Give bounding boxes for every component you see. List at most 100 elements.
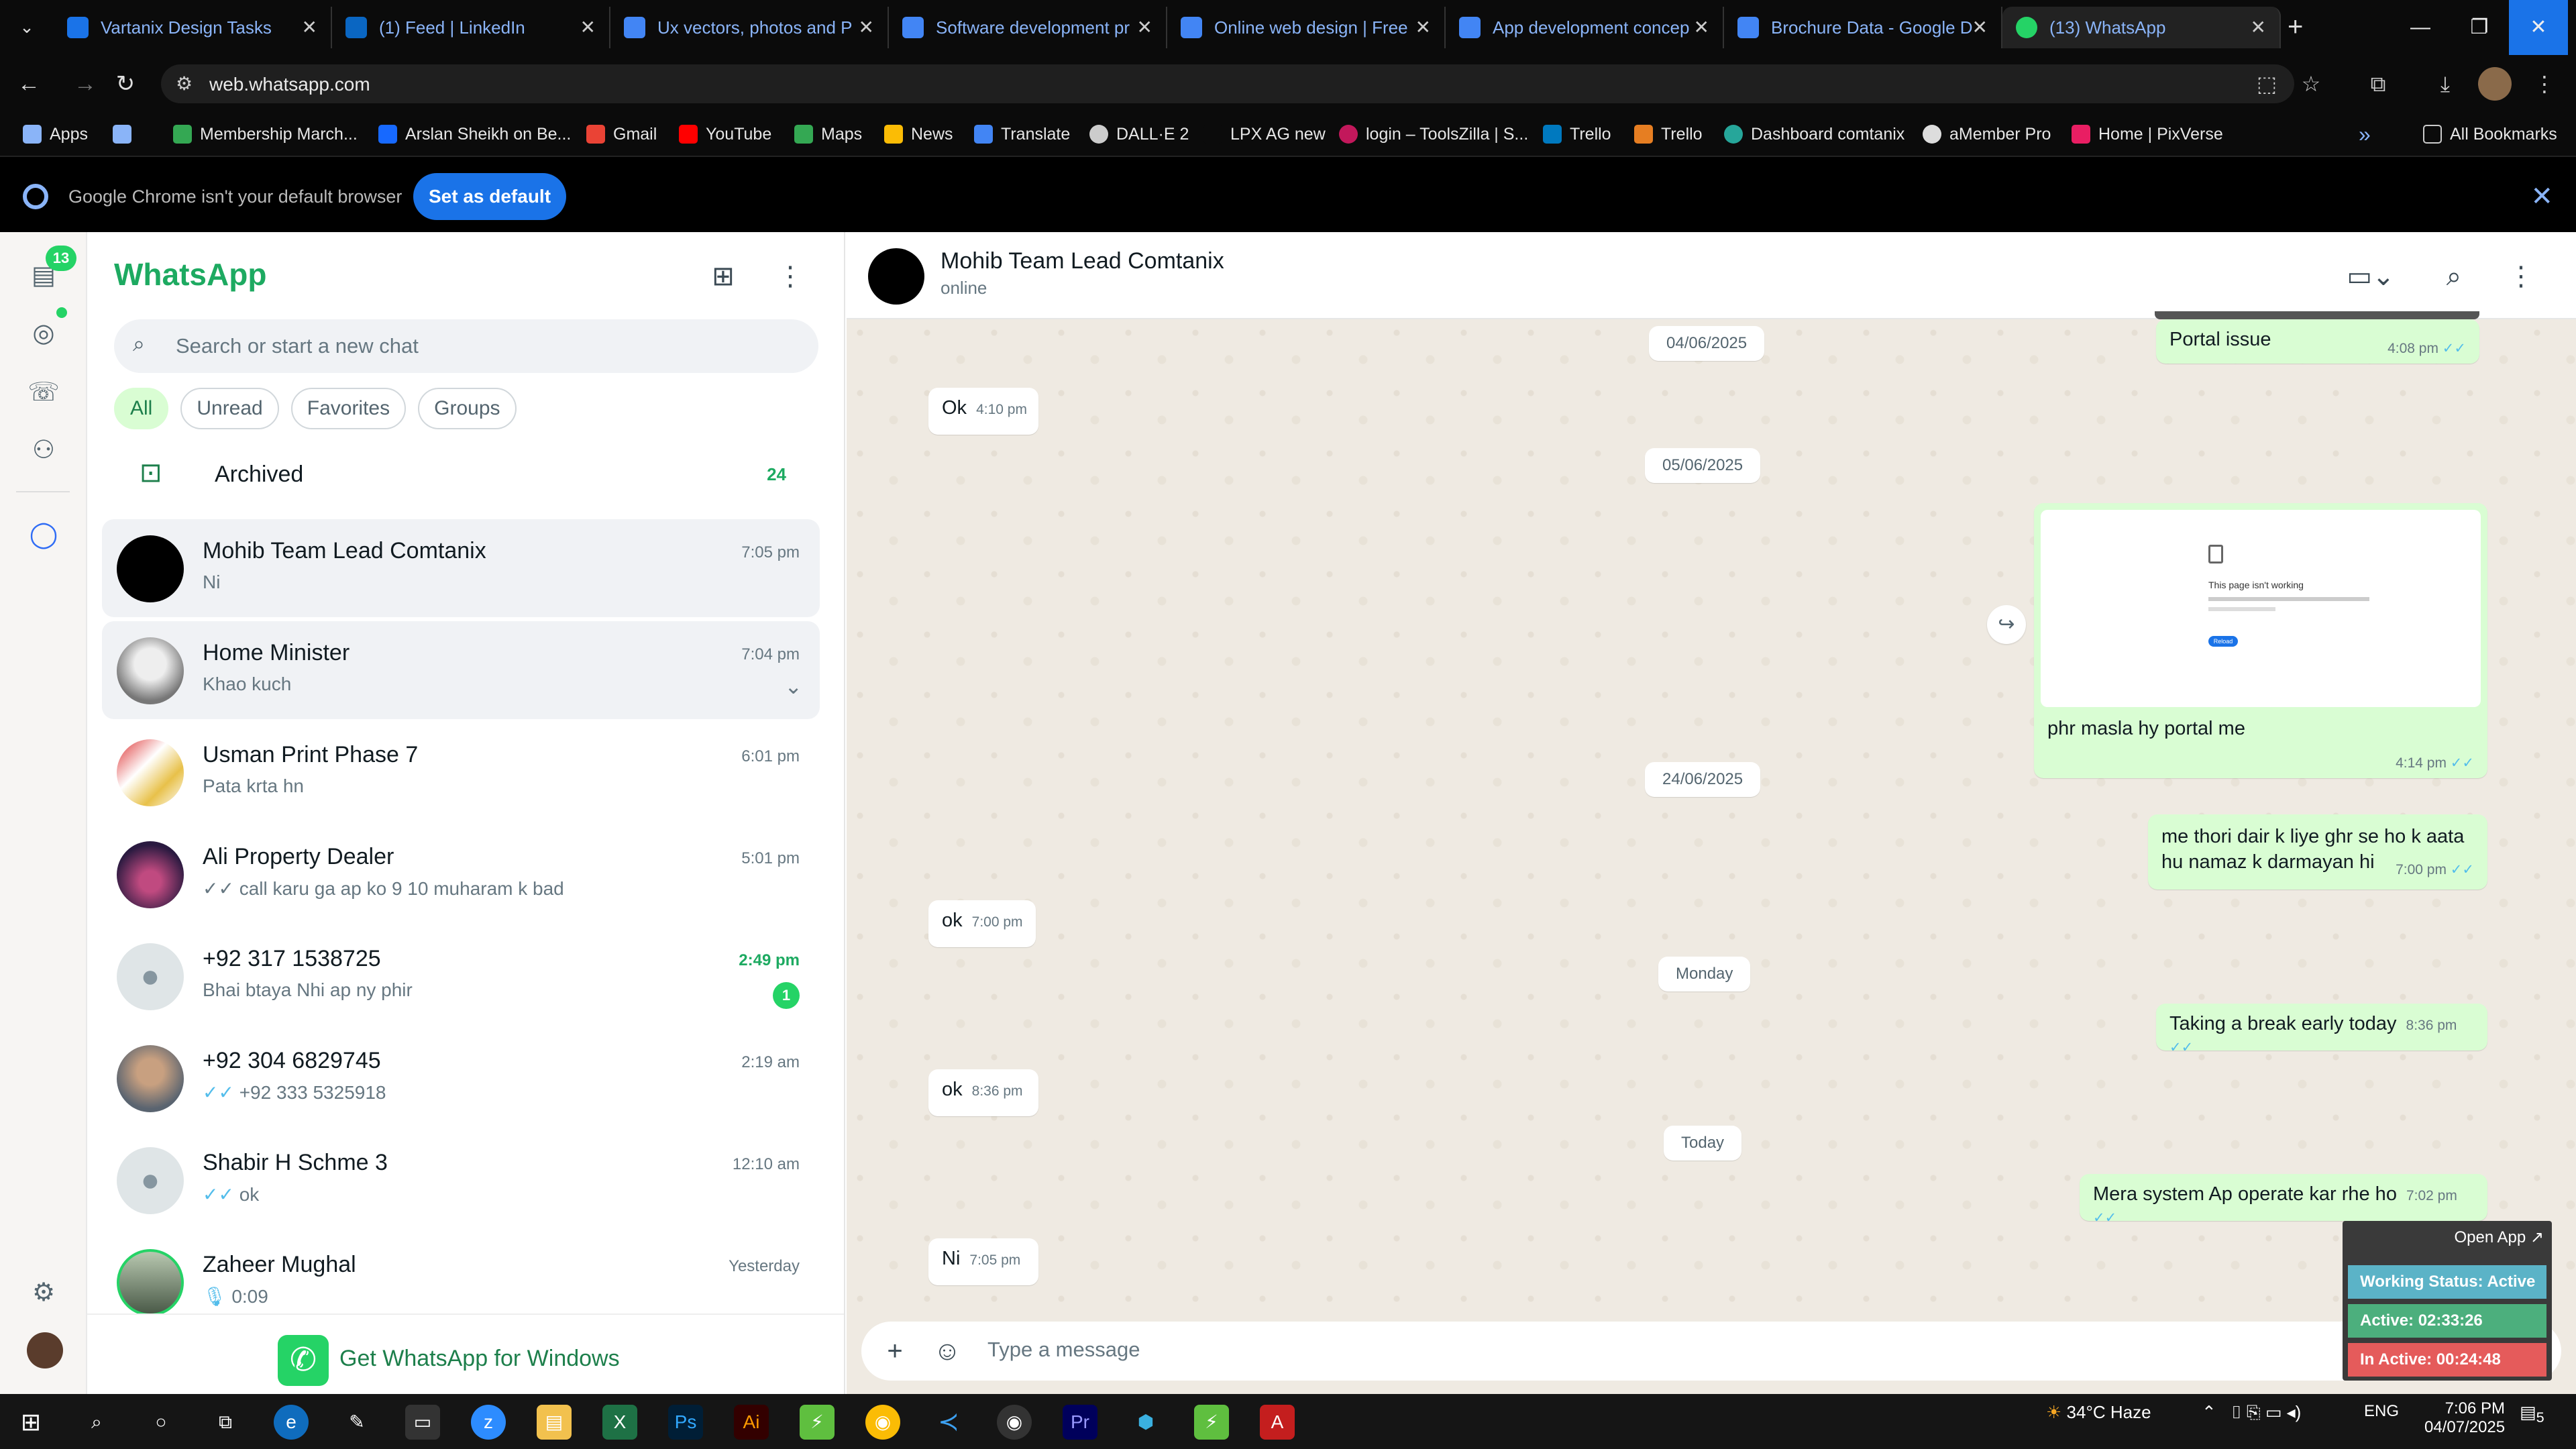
address-bar[interactable]: ⚙ web.whatsapp.com: [161, 64, 2294, 103]
message-bubble-in[interactable]: Ni 7:05 pm: [928, 1238, 1038, 1285]
message-bubble-in[interactable]: Ok 4:10 pm: [928, 388, 1038, 435]
new-tab-button[interactable]: +: [2288, 12, 2303, 42]
message-bubble-out[interactable]: Portal issue 4:08 pm ✓✓: [2156, 319, 2479, 364]
bookmark-apps[interactable]: Apps: [23, 121, 88, 148]
task-view-icon[interactable]: ⧉: [208, 1405, 243, 1440]
clock[interactable]: 7:06 PM 04/07/2025: [2424, 1399, 2505, 1437]
tab-linkedin[interactable]: (1) Feed | LinkedIn ✕: [332, 7, 610, 48]
close-tab-icon[interactable]: ✕: [859, 16, 874, 38]
bookmark-news[interactable]: News: [884, 121, 953, 148]
weather-widget[interactable]: ☀ 34°C Haze: [2046, 1402, 2151, 1423]
status-icon[interactable]: ◎: [27, 317, 60, 350]
profile-avatar[interactable]: [2478, 67, 2512, 101]
close-tab-icon[interactable]: ✕: [580, 16, 596, 38]
premiere-icon[interactable]: Pr: [1063, 1405, 1097, 1440]
restore-button[interactable]: ❐: [2450, 0, 2509, 55]
chrome-icon[interactable]: ◉: [865, 1405, 900, 1440]
attach-plus-icon[interactable]: +: [879, 1335, 911, 1367]
message-bubble-in[interactable]: ok 8:36 pm: [928, 1069, 1038, 1116]
filter-groups[interactable]: Groups: [418, 388, 517, 429]
bookmark-behance[interactable]: Arslan Sheikh on Be...: [378, 121, 571, 148]
close-tab-icon[interactable]: ✕: [1137, 16, 1152, 38]
chat-row[interactable]: Ali Property Dealer ✓✓ call karu ga ap k…: [102, 825, 820, 923]
message-image-out[interactable]: This page isn't working Reload phr masla…: [2034, 503, 2487, 778]
minimize-button[interactable]: —: [2391, 0, 2450, 55]
chrome-menu-icon[interactable]: ⋮: [2528, 67, 2561, 101]
filter-unread[interactable]: Unread: [180, 388, 279, 429]
more-bookmarks-icon[interactable]: »: [2359, 121, 2371, 148]
archived-row[interactable]: ⊡ Archived 24: [114, 445, 818, 506]
close-tab-icon[interactable]: ✕: [1415, 16, 1431, 38]
close-tab-icon[interactable]: ✕: [302, 16, 317, 38]
site-info-icon[interactable]: ⚙: [176, 72, 193, 95]
chat-row[interactable]: +92 304 6829745 ✓✓ +92 333 5325918 2:19 …: [102, 1029, 820, 1127]
close-window-button[interactable]: ✕: [2509, 0, 2568, 55]
tab-whatsapp[interactable]: (13) WhatsApp ✕: [2002, 7, 2281, 48]
menu-icon[interactable]: ⋮: [770, 256, 810, 297]
illustrator-icon[interactable]: Ai: [734, 1405, 769, 1440]
chat-row[interactable]: ● +92 317 1538725 Bhai btaya Nhi ap ny p…: [102, 927, 820, 1025]
message-bubble-out[interactable]: Taking a break early today 8:36 pm ✓✓: [2156, 1004, 2487, 1055]
bookmark-translate[interactable]: Translate: [974, 121, 1070, 148]
menu-icon[interactable]: ⋮: [2501, 256, 2541, 297]
contact-avatar[interactable]: [868, 248, 924, 305]
video-call-icon[interactable]: ▭⌄: [2337, 256, 2404, 297]
terminal-icon[interactable]: ▭: [405, 1405, 440, 1440]
chrome-active-icon[interactable]: ◉: [997, 1405, 1032, 1440]
search-input[interactable]: ⌕ Search or start a new chat: [114, 319, 818, 373]
edge-icon[interactable]: e: [274, 1405, 309, 1440]
channels-icon[interactable]: ☏: [27, 376, 60, 409]
zoom-icon[interactable]: z: [471, 1405, 506, 1440]
message-bubble-out[interactable]: Mera system Ap operate kar rhe ho 7:02 pm…: [2080, 1174, 2487, 1226]
image-preview[interactable]: This page isn't working Reload: [2041, 510, 2481, 707]
search-icon[interactable]: ⌕: [2434, 256, 2474, 297]
bookmark-star-icon[interactable]: ☆: [2294, 67, 2328, 101]
message-bubble-out[interactable]: me thori dair k liye ghr se ho k aata hu…: [2148, 814, 2487, 890]
tab-app-dev[interactable]: App development concep ✕: [1446, 7, 1724, 48]
sticker-icon[interactable]: ☺: [931, 1335, 963, 1367]
conversation-header[interactable]: Mohib Team Lead Comtanix online ▭⌄ ⌕ ⋮: [847, 232, 2576, 319]
close-tab-icon[interactable]: ✕: [1972, 16, 1988, 38]
app-hex-icon[interactable]: ⬢: [1128, 1405, 1163, 1440]
downloads-icon[interactable]: ⤓: [2428, 67, 2462, 101]
profile-avatar[interactable]: [27, 1332, 63, 1368]
bookmark-amember[interactable]: aMember Pro: [1923, 121, 2051, 148]
extensions-icon[interactable]: ⧉: [2361, 67, 2395, 101]
tray-chevron-icon[interactable]: ⌃: [2202, 1402, 2216, 1423]
chat-row[interactable]: Mohib Team Lead Comtanix Ni 7:05 pm: [102, 519, 820, 617]
close-tab-icon[interactable]: ✕: [2251, 16, 2266, 38]
chat-row[interactable]: ● Shabir H Schme 3 ✓✓ ok 12:10 am: [102, 1131, 820, 1229]
chat-row[interactable]: Usman Print Phase 7 Pata krta hn 6:01 pm: [102, 723, 820, 821]
bookmark-toolszilla[interactable]: login – ToolsZilla | S...: [1339, 121, 1528, 148]
tab-software-dev[interactable]: Software development pr ✕: [889, 7, 1167, 48]
set-default-button[interactable]: Set as default: [413, 173, 566, 220]
bookmark-trello-1[interactable]: Trello: [1543, 121, 1611, 148]
vscode-icon[interactable]: ≺: [931, 1405, 966, 1440]
acrobat-icon[interactable]: A: [1260, 1405, 1295, 1440]
message-bubble-in[interactable]: ok 7:00 pm: [928, 900, 1036, 947]
back-button[interactable]: ←: [13, 68, 44, 99]
bookmark-maps[interactable]: Maps: [794, 121, 862, 148]
bookmark-dashboard[interactable]: Dashboard comtanix: [1724, 121, 1904, 148]
install-app-icon[interactable]: ⬚: [2250, 67, 2284, 101]
cortana-icon[interactable]: ○: [144, 1405, 178, 1440]
windows-start-icon[interactable]: ⊞: [13, 1405, 48, 1440]
bookmark-trello-2[interactable]: Trello: [1634, 121, 1703, 148]
tray-icons[interactable]: ⌷ ⎘ ▭ ◂): [2231, 1402, 2301, 1424]
bookmark-pixverse[interactable]: Home | PixVerse: [2072, 121, 2223, 148]
bookmark-membership[interactable]: Membership March...: [173, 121, 358, 148]
message-input[interactable]: + ☺ Type a message 🎙: [861, 1322, 2561, 1381]
meta-ai-icon[interactable]: ◯: [27, 518, 60, 551]
filter-all[interactable]: All: [114, 388, 169, 429]
open-app-link[interactable]: Open App ↗: [2454, 1228, 2544, 1247]
reload-button[interactable]: ↻: [110, 68, 141, 99]
settings-icon[interactable]: ⚙: [27, 1276, 60, 1309]
bookmark-youtube[interactable]: YouTube: [679, 121, 771, 148]
close-banner-icon[interactable]: ✕: [2530, 181, 2553, 212]
tab-vartanix[interactable]: Vartanix Design Tasks ✕: [54, 7, 332, 48]
pen-icon[interactable]: ✎: [339, 1405, 374, 1440]
bookmark-lpx[interactable]: LPX AG new: [1203, 121, 1326, 148]
tab-search-icon[interactable]: ⌄: [15, 15, 39, 39]
communities-icon[interactable]: ⚇: [27, 433, 60, 467]
excel-icon[interactable]: X: [602, 1405, 637, 1440]
